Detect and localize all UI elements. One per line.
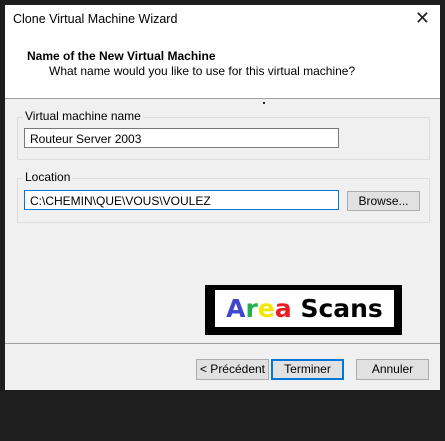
- vm-name-input[interactable]: Routeur Server 2003: [24, 128, 339, 148]
- finish-button[interactable]: Terminer: [271, 359, 344, 380]
- name-group-label: Virtual machine name: [23, 109, 143, 123]
- clone-wizard-dialog: Clone Virtual Machine Wizard ✕ Name of t…: [5, 5, 440, 390]
- wizard-header: Name of the New Virtual Machine What nam…: [5, 35, 440, 99]
- watermark-logo: Area Scans: [205, 285, 402, 335]
- cancel-button[interactable]: Annuler: [356, 359, 429, 380]
- location-group-label: Location: [23, 170, 73, 184]
- location-input[interactable]: C:\CHEMIN\QUE\VOUS\VOULEZ: [24, 190, 339, 210]
- close-icon[interactable]: ✕: [415, 8, 430, 29]
- location-group: Location C:\CHEMIN\QUE\VOUS\VOULEZ Brows…: [17, 170, 430, 223]
- back-button[interactable]: < Précédent: [196, 359, 269, 380]
- browse-button[interactable]: Browse...: [347, 191, 420, 211]
- title-bar: Clone Virtual Machine Wizard ✕: [5, 5, 440, 35]
- dot: [263, 102, 265, 104]
- page-subtitle: What name would you like to use for this…: [49, 64, 356, 78]
- name-group: Virtual machine name Routeur Server 2003: [17, 109, 430, 160]
- page-title: Name of the New Virtual Machine: [27, 49, 216, 63]
- separator: [5, 343, 440, 344]
- window-title: Clone Virtual Machine Wizard: [13, 12, 178, 26]
